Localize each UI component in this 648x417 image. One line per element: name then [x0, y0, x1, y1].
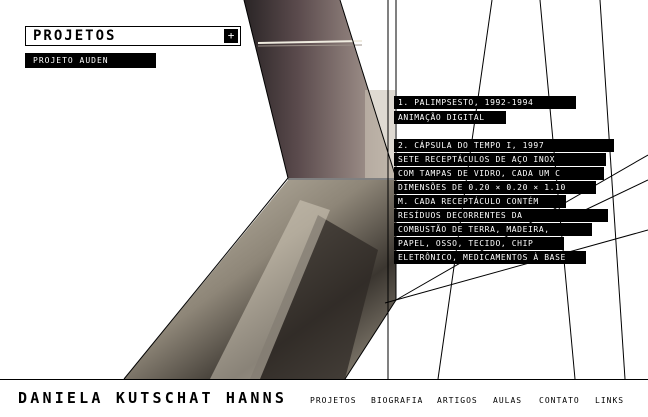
desc-line: M. CADA RECEPTÁCULO CONTÉM [394, 195, 566, 208]
project-auden-item[interactable]: PROJETO AUDEN [25, 53, 156, 68]
desc-line: 2. CÁPSULA DO TEMPO I, 1997 [394, 139, 614, 152]
expand-plus-icon[interactable]: + [224, 29, 238, 43]
nav-link-contato[interactable]: CONTATO [539, 396, 580, 405]
desc-line: RESÍDUOS DECORRENTES DA [394, 209, 608, 222]
desc-line: COMBUSTÃO DE TERRA, MADEIRA, [394, 223, 592, 236]
desc-line: ANIMAÇÃO DIGITAL [394, 111, 506, 124]
nav-link-aulas[interactable]: AULAS [493, 396, 522, 405]
nav-link-artigos[interactable]: ARTIGOS [437, 396, 478, 405]
projects-title: PROJETOS [33, 28, 117, 44]
footer-bar: DANIELA KUTSCHAT HANNS PROJETOS BIOGRAFI… [0, 379, 648, 417]
desc-line: PAPEL, OSSO, TECIDO, CHIP [394, 237, 564, 250]
site-brand[interactable]: DANIELA KUTSCHAT HANNS [18, 389, 287, 407]
desc-line: ELETRÔNICO, MEDICAMENTOS À BASE [394, 251, 586, 264]
desc-line: SETE RECEPTÁCULOS DE AÇO INOX [394, 153, 606, 166]
desc-line: 1. PALIMPSESTO, 1992-1994 [394, 96, 576, 109]
nav-link-projetos[interactable]: PROJETOS [310, 396, 357, 405]
nav-link-biografia[interactable]: BIOGRAFIA [371, 396, 423, 405]
desc-line: DIMENSÕES DE 0.20 × 0.20 × 1.10 [394, 181, 596, 194]
desc-line: COM TAMPAS DE VIDRO, CADA UM C [394, 167, 604, 180]
nav-link-links[interactable]: LINKS [595, 396, 624, 405]
artwork-stage: PROJETOS + PROJETO AUDEN 1. PALIMPSESTO,… [0, 0, 648, 417]
projects-header: PROJETOS + [25, 26, 241, 46]
